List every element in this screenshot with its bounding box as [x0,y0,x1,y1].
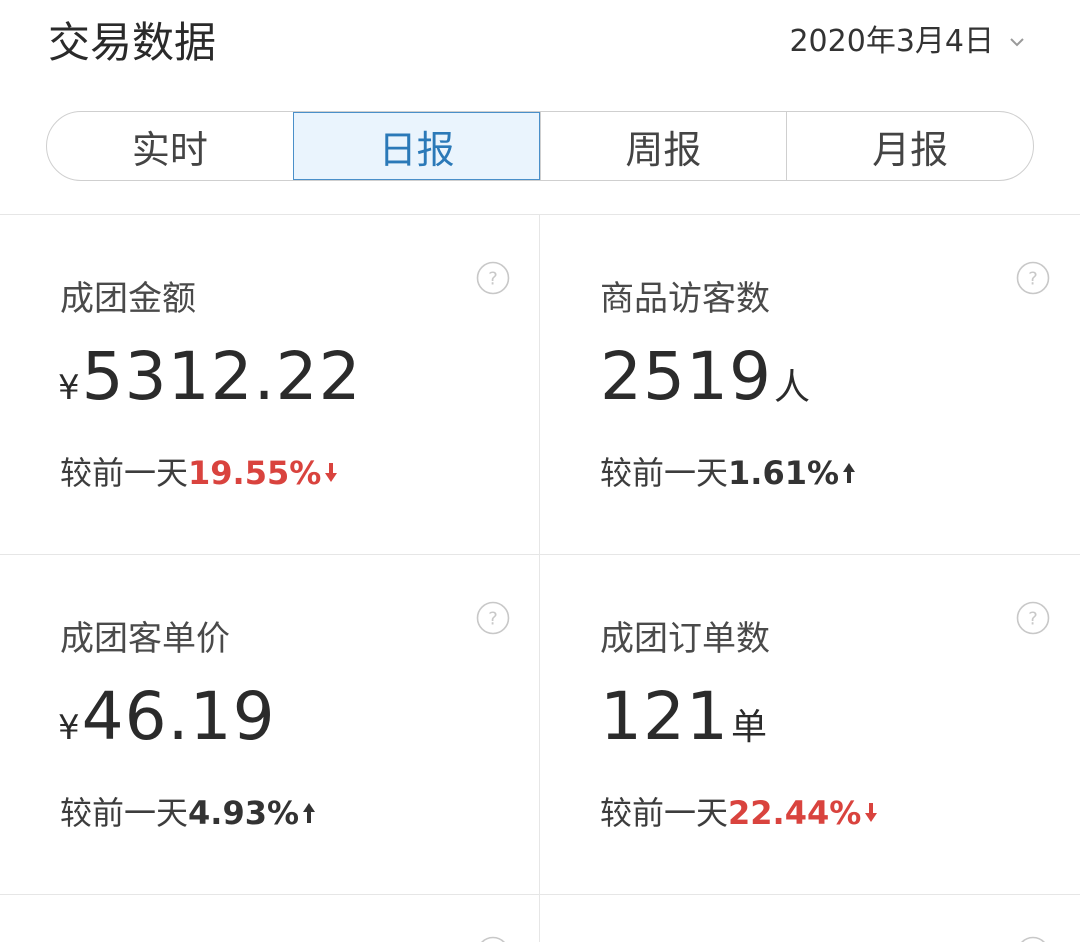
compare-label: 较前一天 [60,454,189,492]
arrow-up-icon [843,463,856,483]
tab-label: 实时 [131,127,208,172]
tab-label: 日报 [378,127,455,172]
change-percent: 1.61% [728,454,840,492]
trade-data-page: 交易数据 2020年3月4日 实时 日报 周报 月报 成团金额 ? ¥ 5312… [0,0,1080,942]
metric-value: 46.19 [81,678,276,755]
help-icon[interactable]: ? [1016,601,1050,635]
page-title: 交易数据 [48,18,217,67]
currency-symbol: ¥ [58,368,80,408]
currency-symbol: ¥ [58,708,80,748]
change-percent: 19.55% [188,454,322,492]
help-icon[interactable] [476,936,510,942]
help-icon[interactable]: ? [476,601,510,635]
metric-card-avg-order-value[interactable]: 成团客单价 ? ¥ 46.19 较前一天 4.93% [0,555,540,895]
metric-value: 5312.22 [81,338,362,415]
metric-label: 商品访客数 [600,279,770,319]
compare-row: 较前一天 1.61% [600,453,856,493]
compare-row: 较前一天 22.44% [600,793,878,833]
change-percent: 4.93% [188,794,300,832]
arrow-up-icon [303,803,316,823]
compare-label: 较前一天 [600,454,729,492]
metric-label: 成团订单数 [600,619,770,659]
tab-weekly[interactable]: 周报 [539,112,787,180]
date-text: 2020年3月4日 [789,24,994,59]
metric-value: 2519 [600,338,772,415]
tab-monthly[interactable]: 月报 [786,112,1033,180]
metric-card-gmv[interactable]: 成团金额 ? ¥ 5312.22 较前一天 19.55% [0,215,540,555]
tab-label: 周报 [625,127,702,172]
change-percent: 22.44% [728,794,862,832]
metric-unit: 人 [773,367,810,408]
metric-value-row: 2519 人 [598,337,810,417]
svg-text:?: ? [488,269,498,290]
metric-label: 成团金额 [60,279,196,319]
compare-label: 较前一天 [60,794,189,832]
metric-value-row: ¥ 5312.22 [58,337,364,417]
svg-text:?: ? [488,609,498,630]
svg-text:?: ? [1028,609,1038,630]
date-picker[interactable]: 2020年3月4日 [789,20,1026,64]
help-icon[interactable] [1016,936,1050,942]
metric-unit: 单 [730,707,767,748]
metric-value: 121 [600,678,729,755]
metric-card-orders[interactable]: 成团订单数 ? 121 单 较前一天 22.44% [540,555,1080,895]
tab-daily[interactable]: 日报 [292,112,540,180]
help-icon[interactable]: ? [476,261,510,295]
svg-text:?: ? [1028,269,1038,290]
metric-value-row: ¥ 46.19 [58,677,278,757]
compare-row: 较前一天 19.55% [60,453,338,493]
metric-value-row: 121 单 [598,677,767,757]
compare-row: 较前一天 4.93% [60,793,316,833]
header: 交易数据 2020年3月4日 [0,0,1080,90]
help-icon[interactable]: ? [1016,261,1050,295]
arrow-down-icon [865,803,878,822]
tab-realtime[interactable]: 实时 [47,112,293,180]
report-period-tabs: 实时 日报 周报 月报 [46,111,1034,181]
chevron-down-icon [1010,38,1024,47]
compare-label: 较前一天 [600,794,729,832]
arrow-down-icon [325,463,338,482]
tab-label: 月报 [872,127,949,172]
metric-label: 成团客单价 [60,619,230,659]
metric-card-visitors[interactable]: 商品访客数 ? 2519 人 较前一天 1.61% [540,215,1080,555]
